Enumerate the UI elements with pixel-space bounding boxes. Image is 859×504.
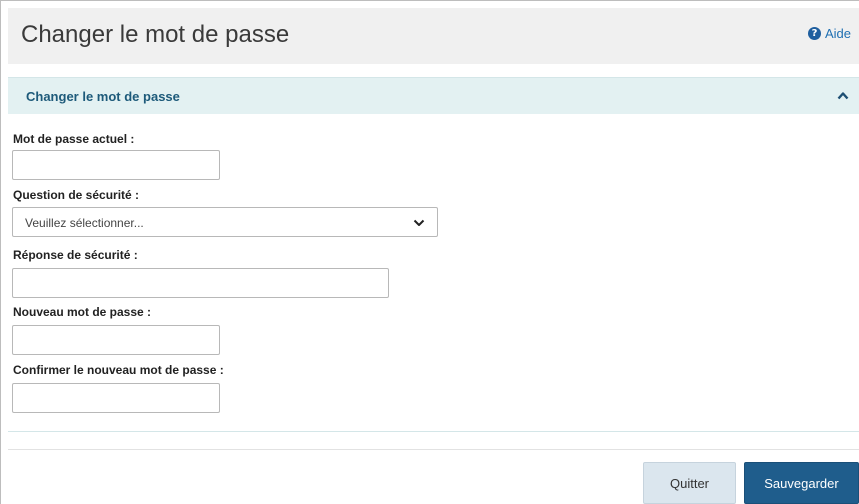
new-password-input[interactable] xyxy=(12,325,220,355)
help-icon: ? xyxy=(807,27,821,40)
security-question-value: Veuillez sélectionner... xyxy=(25,216,144,230)
security-question-select[interactable]: Veuillez sélectionner... xyxy=(12,207,438,237)
quit-button[interactable]: Quitter xyxy=(643,462,736,504)
chevron-down-icon xyxy=(413,219,425,226)
current-password-label: Mot de passe actuel : xyxy=(13,132,135,146)
help-label: Aide xyxy=(824,26,851,41)
chevron-up-icon xyxy=(837,92,849,100)
security-question-label: Question de sécurité : xyxy=(13,188,140,202)
footer-divider xyxy=(8,449,859,450)
section-title: Changer le mot de passe xyxy=(26,89,180,104)
help-link[interactable]: ? Aide xyxy=(807,26,851,41)
current-password-input[interactable] xyxy=(12,150,220,180)
confirm-password-input[interactable] xyxy=(12,383,220,413)
security-answer-input[interactable] xyxy=(12,268,389,298)
save-button[interactable]: Sauvegarder xyxy=(744,462,859,504)
section-divider xyxy=(8,431,859,432)
page-header: Changer le mot de passe ? Aide xyxy=(8,8,859,64)
page-title: Changer le mot de passe xyxy=(21,21,290,48)
section-header-change-password[interactable]: Changer le mot de passe xyxy=(8,77,859,114)
new-password-label: Nouveau mot de passe : xyxy=(13,305,152,319)
confirm-password-label: Confirmer le nouveau mot de passe : xyxy=(13,363,224,377)
security-answer-label: Réponse de sécurité : xyxy=(13,248,138,262)
